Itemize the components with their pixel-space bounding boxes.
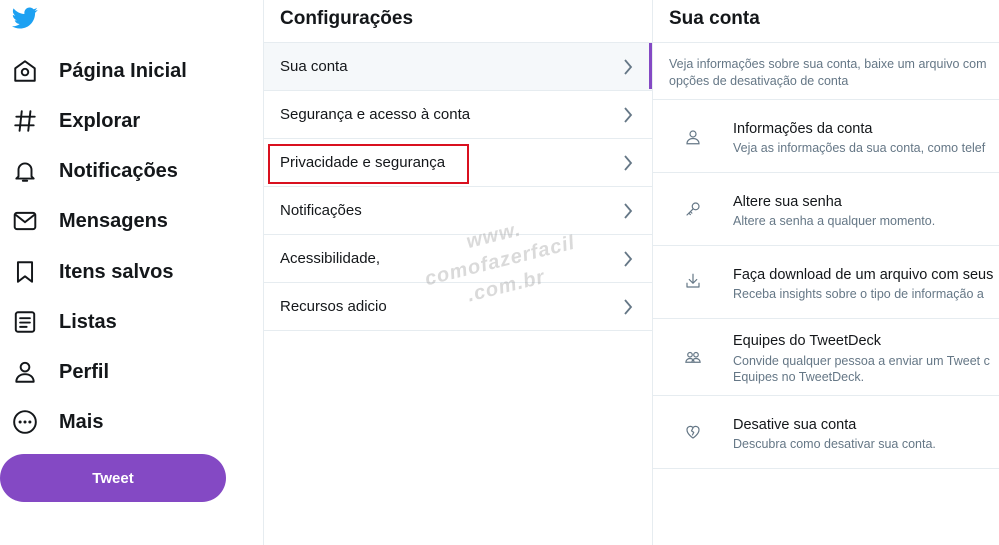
account-item-info[interactable]: Informações da conta Veja as informações… xyxy=(653,100,999,173)
twitter-bird-icon[interactable] xyxy=(10,5,40,31)
chevron-right-icon xyxy=(624,203,633,219)
list-icon xyxy=(11,308,39,336)
account-item-subtitle: Altere a senha a qualquer momento. xyxy=(733,214,936,228)
nav-label: Itens salvos xyxy=(59,260,174,283)
divider xyxy=(653,42,999,43)
settings-item-security[interactable]: Segurança e acesso à conta xyxy=(264,91,652,139)
settings-item-accessibility[interactable]: Acessibilidade, xyxy=(264,235,652,283)
description-line: opções de desativação de conta xyxy=(669,74,849,88)
account-item-deactivate[interactable]: Desative sua conta Descubra como desativ… xyxy=(653,396,999,469)
account-title: Sua conta xyxy=(669,8,760,29)
home-icon xyxy=(11,57,39,85)
left-navigation: Página Inicial Explorar Notificações Men… xyxy=(0,0,264,545)
nav-home[interactable]: Página Inicial xyxy=(11,51,187,91)
settings-item-label: Recursos adicio xyxy=(280,298,387,315)
chevron-right-icon xyxy=(624,299,633,315)
account-item-subtitle: Receba insights sobre o tipo de informaç… xyxy=(733,287,984,301)
person-icon xyxy=(11,358,39,386)
account-item-download[interactable]: Faça download de um arquivo com seus Rec… xyxy=(653,246,999,319)
settings-item-label: Notificações xyxy=(280,202,362,219)
chevron-right-icon xyxy=(624,155,633,171)
envelope-icon xyxy=(11,207,39,235)
nav-more[interactable]: Mais xyxy=(11,402,103,442)
settings-item-notifications[interactable]: Notificações xyxy=(264,187,652,235)
privacy-highlight-box xyxy=(268,144,469,184)
account-column: Sua conta Veja informações sobre sua con… xyxy=(653,0,999,545)
account-item-title: Altere sua senha xyxy=(733,194,842,210)
account-item-title: Faça download de um arquivo com seus xyxy=(733,267,994,283)
hashtag-icon xyxy=(11,107,39,135)
tweet-button[interactable]: Tweet xyxy=(0,454,226,502)
nav-messages[interactable]: Mensagens xyxy=(11,201,168,241)
description-line: Veja informações sobre sua conta, baixe … xyxy=(669,57,987,71)
more-circle-icon xyxy=(11,408,39,436)
nav-lists[interactable]: Listas xyxy=(11,302,117,342)
settings-item-your-account[interactable]: Sua conta xyxy=(264,43,652,91)
people-icon xyxy=(685,351,701,363)
account-item-subtitle: Descubra como desativar sua conta. xyxy=(733,437,936,451)
account-item-title: Equipes do TweetDeck xyxy=(733,333,882,349)
account-item-subtitle: Veja as informações da sua conta, como t… xyxy=(733,141,986,155)
account-item-subtitle: Convide qualquer pessoa a enviar um Twee… xyxy=(733,354,990,368)
nav-explore[interactable]: Explorar xyxy=(11,101,140,141)
key-icon xyxy=(686,202,700,216)
settings-column: Configurações Sua conta Segurança e aces… xyxy=(264,0,653,545)
broken-heart-icon xyxy=(686,425,700,439)
bell-icon xyxy=(11,157,39,185)
settings-item-label: Sua conta xyxy=(280,58,348,75)
nav-label: Explorar xyxy=(59,109,141,132)
nav-notifications[interactable]: Notificações xyxy=(11,151,178,191)
account-item-password[interactable]: Altere sua senha Altere a senha a qualqu… xyxy=(653,173,999,246)
download-icon xyxy=(686,273,700,288)
nav-label: Mensagens xyxy=(59,209,168,232)
nav-label: Página Inicial xyxy=(59,59,187,82)
settings-item-additional-resources[interactable]: Recursos adicio xyxy=(264,283,652,331)
nav-label: Listas xyxy=(59,310,117,333)
account-item-tweetdeck-teams[interactable]: Equipes do TweetDeck Convide qualquer pe… xyxy=(653,319,999,396)
nav-bookmarks[interactable]: Itens salvos xyxy=(11,252,174,292)
account-item-subtitle: Equipes no TweetDeck. xyxy=(733,370,865,384)
nav-profile[interactable]: Perfil xyxy=(11,352,109,392)
bookmark-icon xyxy=(11,258,39,286)
account-item-title: Informações da conta xyxy=(733,121,873,137)
chevron-right-icon xyxy=(624,59,633,75)
nav-label: Notificações xyxy=(59,159,178,182)
settings-item-label: Acessibilidade, xyxy=(280,250,381,267)
settings-item-label: Segurança e acesso à conta xyxy=(280,106,471,123)
chevron-right-icon xyxy=(624,107,633,123)
settings-title: Configurações xyxy=(280,8,414,29)
account-item-title: Desative sua conta xyxy=(733,417,857,433)
account-description: Veja informações sobre sua conta, baixe … xyxy=(669,56,999,90)
nav-label: Perfil xyxy=(59,360,110,383)
nav-label: Mais xyxy=(59,410,104,433)
person-icon xyxy=(686,130,700,145)
active-indicator xyxy=(649,43,652,89)
chevron-right-icon xyxy=(624,251,633,267)
